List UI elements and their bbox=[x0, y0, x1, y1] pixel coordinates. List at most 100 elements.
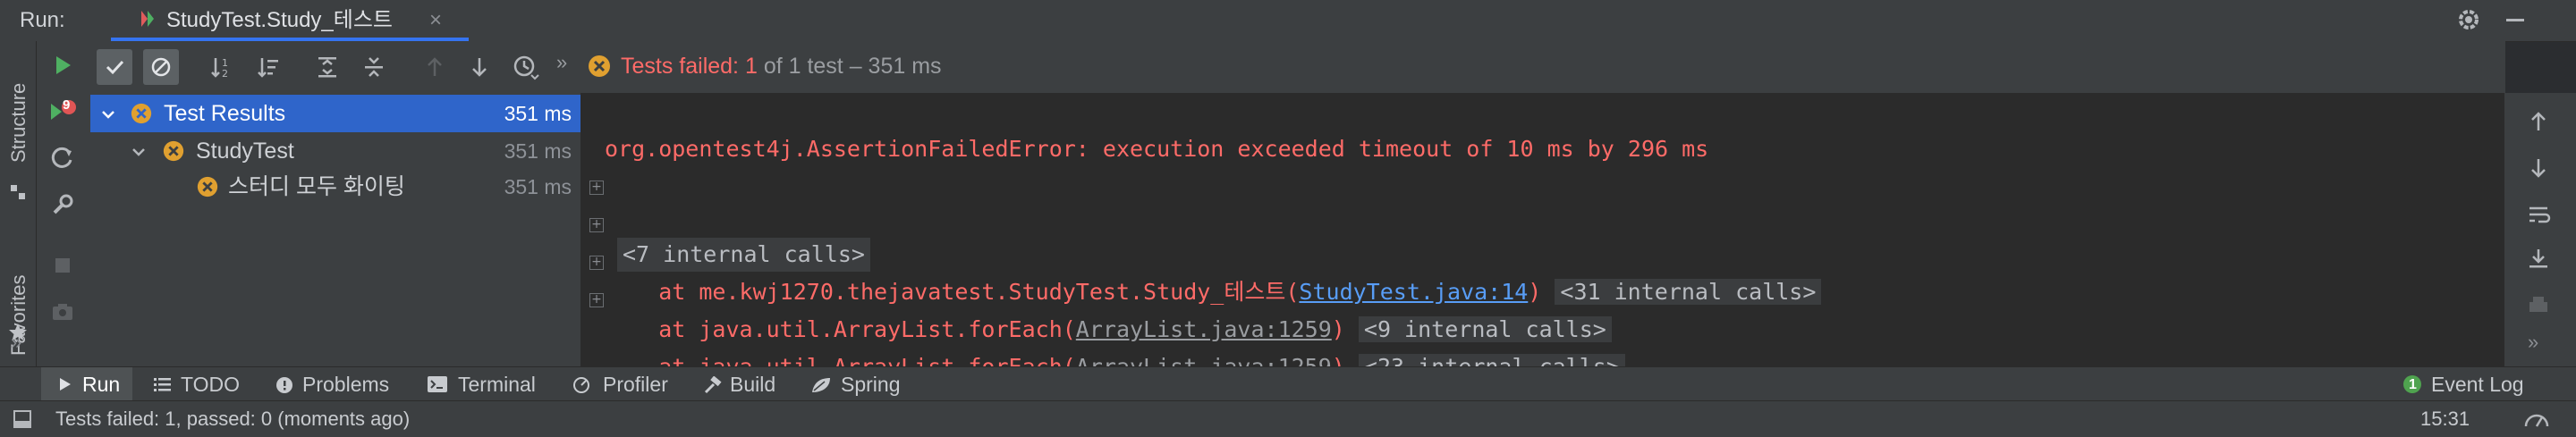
stack-line: + at java.util.ArrayList.forEach(ArrayLi… bbox=[581, 282, 1625, 380]
bottom-tool-tabs: Run TODO Problems Terminal Profiler Buil… bbox=[0, 366, 2576, 401]
rerun-failed-badge: 9 bbox=[63, 97, 71, 113]
spring-leaf-icon bbox=[810, 376, 832, 394]
rerun-icon[interactable] bbox=[49, 52, 76, 79]
run-label: Run: bbox=[20, 8, 65, 32]
tests-failed-count: Tests failed: 1 bbox=[621, 54, 758, 79]
tab-run[interactable]: Run bbox=[41, 367, 132, 401]
failed-icon bbox=[196, 175, 219, 198]
stack-frame-text: at java.util.ArrayList.forEach( bbox=[605, 316, 1076, 342]
toggle-auto-test-icon[interactable] bbox=[49, 145, 76, 172]
tab-spring[interactable]: Spring bbox=[809, 367, 907, 401]
terminal-icon bbox=[428, 376, 447, 392]
console-output[interactable]: org.opentest4j.AssertionFailedError: exe… bbox=[581, 93, 2504, 380]
internal-calls[interactable]: <7 internal calls> bbox=[617, 238, 870, 272]
status-clock: 15:31 bbox=[2420, 408, 2470, 430]
stack-frame-text: at me.kwj1270.thejavatest.StudyTest.Stud… bbox=[605, 279, 1300, 305]
run-tab[interactable]: StudyTest.Study_테스트 × bbox=[111, 0, 469, 41]
close-icon[interactable]: × bbox=[429, 7, 442, 34]
tab-problems[interactable]: Problems bbox=[274, 367, 399, 401]
info-icon bbox=[275, 376, 293, 394]
minimize-icon[interactable] bbox=[2501, 5, 2529, 34]
structure-tab[interactable]: Structure bbox=[7, 83, 30, 163]
show-ignored-toggle-icon[interactable] bbox=[143, 49, 179, 85]
tab-todo[interactable]: TODO bbox=[152, 367, 250, 401]
tab-build[interactable]: Build bbox=[701, 367, 791, 401]
tree-row-test-method[interactable]: 스터디 모두 화이팅 351 ms bbox=[90, 168, 580, 206]
tab-profiler[interactable]: Profiler bbox=[571, 367, 678, 401]
tab-label: Run bbox=[82, 373, 121, 396]
run-config-icon bbox=[138, 8, 157, 29]
collapse-all-icon[interactable] bbox=[356, 49, 392, 85]
sort-alphabetically-icon[interactable]: 12 bbox=[204, 49, 240, 85]
hammer-icon bbox=[703, 376, 723, 394]
failed-icon bbox=[162, 139, 185, 163]
stack-frame-paren: ) bbox=[1528, 279, 1542, 305]
print-icon[interactable] bbox=[2521, 288, 2556, 324]
test-runner-toolbar bbox=[90, 41, 2505, 93]
previous-failed-icon[interactable] bbox=[417, 49, 453, 85]
tab-terminal[interactable]: Terminal bbox=[426, 367, 551, 401]
internal-calls[interactable]: <9 internal calls> bbox=[1358, 316, 1612, 342]
tab-label: Event Log bbox=[2431, 373, 2524, 396]
tab-label: Terminal bbox=[458, 373, 536, 396]
console-side-toolbar: » bbox=[2504, 93, 2576, 366]
run-controls-column: 9 bbox=[37, 41, 91, 366]
scroll-to-end-icon[interactable] bbox=[2521, 241, 2556, 277]
memory-indicator-icon[interactable] bbox=[2522, 407, 2551, 432]
profiler-icon bbox=[572, 376, 592, 394]
next-failed-icon[interactable] bbox=[462, 49, 497, 85]
stack-line: + at java.util.ArrayList.forEach(ArrayLi… bbox=[581, 245, 1612, 342]
run-tool-window-header: Run: StudyTest.Study_테스트 × bbox=[0, 0, 2576, 42]
source-link[interactable]: StudyTest.java:14 bbox=[1299, 279, 1528, 305]
test-summary: Tests failed: 1 of 1 test – 351 ms bbox=[621, 51, 942, 81]
expand-fold-icon[interactable]: + bbox=[589, 218, 604, 232]
tab-label: Build bbox=[730, 373, 776, 396]
internal-calls[interactable]: <31 internal calls> bbox=[1555, 279, 1822, 305]
camera-icon[interactable] bbox=[49, 298, 76, 325]
play-icon bbox=[57, 376, 73, 392]
expand-fold-icon[interactable]: + bbox=[589, 293, 604, 307]
tool-windows-toggle-icon[interactable] bbox=[13, 409, 32, 429]
status-message[interactable]: Tests failed: 1, passed: 0 (moments ago) bbox=[55, 401, 410, 437]
tab-event-log[interactable]: 1 Event Log bbox=[2401, 367, 2526, 401]
tab-label: TODO bbox=[181, 373, 241, 396]
event-log-count: 1 bbox=[2409, 377, 2417, 392]
failed-status-icon bbox=[587, 54, 612, 79]
gear-icon[interactable] bbox=[2454, 5, 2483, 34]
source-link[interactable]: ArrayList.java:1259 bbox=[1076, 316, 1332, 342]
left-tool-stripe: Structure Favorites » bbox=[0, 41, 37, 366]
svg-text:2: 2 bbox=[222, 68, 228, 80]
sort-by-duration-icon[interactable] bbox=[250, 49, 286, 85]
tab-label: Profiler bbox=[603, 373, 668, 396]
expand-all-icon[interactable] bbox=[309, 49, 345, 85]
soft-wrap-icon[interactable] bbox=[2521, 197, 2556, 232]
chevron-down-icon[interactable] bbox=[130, 143, 148, 161]
expand-fold-icon[interactable]: + bbox=[589, 256, 604, 270]
tests-summary-detail: of 1 test – 351 ms bbox=[763, 54, 942, 79]
status-bar: Tests failed: 1, passed: 0 (moments ago)… bbox=[0, 400, 2576, 437]
tree-row-label: Test Results bbox=[164, 101, 286, 126]
toolbar-more-icon[interactable]: » bbox=[556, 51, 567, 74]
run-tab-label: StudyTest.Study_테스트 bbox=[166, 8, 394, 32]
wrench-icon[interactable] bbox=[49, 191, 76, 218]
stop-icon[interactable] bbox=[49, 252, 76, 279]
list-icon bbox=[154, 376, 172, 392]
failed-icon bbox=[130, 102, 153, 125]
chevron-down-icon[interactable] bbox=[99, 105, 117, 123]
tree-row-label: StudyTest bbox=[196, 139, 294, 164]
tree-row-class[interactable]: StudyTest 351 ms bbox=[90, 132, 580, 170]
stripe-expand-icon[interactable]: » bbox=[11, 331, 21, 354]
stack-frame-paren: ) bbox=[1331, 316, 1345, 342]
tree-row-time: 351 ms bbox=[504, 102, 572, 125]
test-history-icon[interactable] bbox=[508, 49, 544, 85]
show-passed-toggle-icon[interactable] bbox=[97, 49, 132, 85]
structure-icon bbox=[7, 181, 29, 203]
scroll-down-icon[interactable] bbox=[2521, 150, 2556, 186]
stack-line: + at me.kwj1270.thejavatest.StudyTest.St… bbox=[581, 207, 1822, 305]
tree-row-time: 351 ms bbox=[504, 175, 572, 198]
error-message: org.opentest4j.AssertionFailedError: exe… bbox=[605, 136, 1709, 162]
side-toolbar-more-icon[interactable]: » bbox=[2528, 331, 2538, 354]
tree-row-test-results[interactable]: Test Results 351 ms bbox=[90, 95, 580, 132]
scroll-up-icon[interactable] bbox=[2521, 104, 2556, 139]
expand-fold-icon[interactable]: + bbox=[589, 181, 604, 195]
